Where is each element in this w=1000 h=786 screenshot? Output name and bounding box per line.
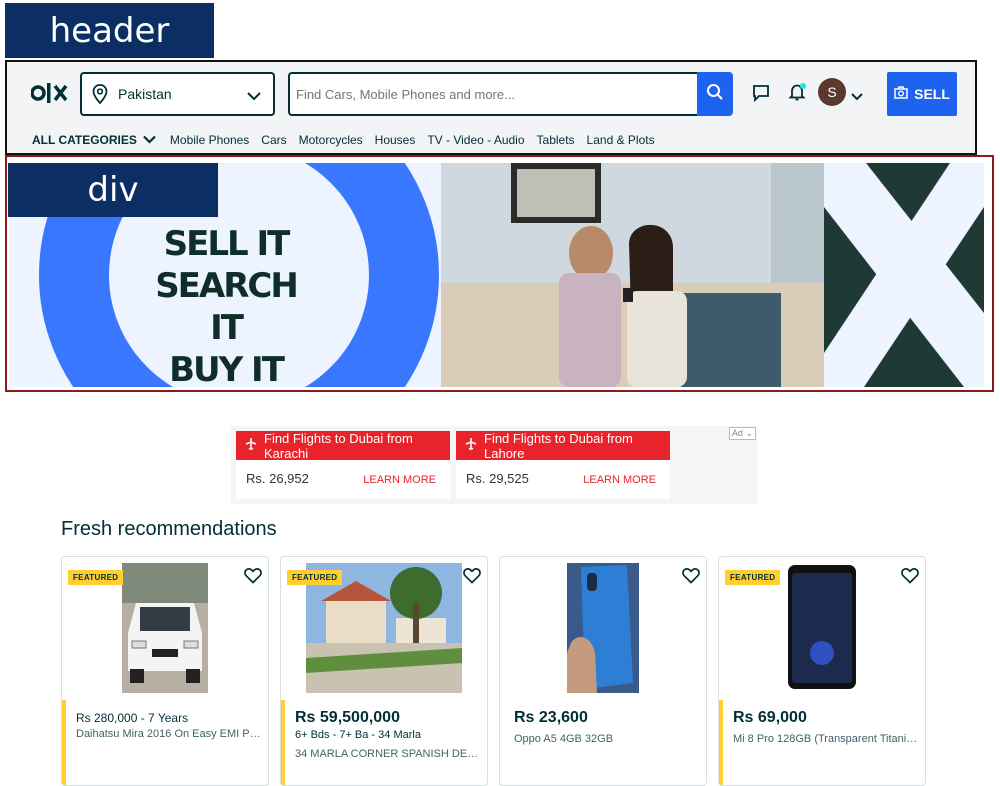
search-input[interactable] [290, 74, 697, 114]
featured-badge: FEATURED [725, 570, 781, 585]
category-tv-video-audio[interactable]: TV - Video - Audio [427, 133, 524, 147]
listing-card[interactable]: FEATURED Rs 59,500,000 6+ Bds - 7+ Ba - … [280, 556, 488, 786]
listing-title: Oppo A5 4GB 32GB [514, 733, 614, 745]
featured-accent-bar [281, 700, 285, 785]
notification-bell-icon[interactable] [788, 82, 808, 107]
all-categories-dropdown[interactable]: ALL CATEGORIES [32, 133, 156, 147]
ad-title: Find Flights to Dubai from Karachi [264, 430, 413, 461]
olx-logo[interactable] [31, 76, 71, 110]
category-bar: ALL CATEGORIES Mobile Phones Cars Motorc… [7, 124, 975, 155]
category-cars[interactable]: Cars [261, 133, 286, 147]
category-tablets[interactable]: Tablets [537, 133, 575, 147]
listing-card[interactable]: FEATURED Rs 280,000 - 7 Years Daihatsu M… [61, 556, 269, 786]
slogan-line-buy: BUY IT [169, 350, 285, 387]
listing-image [500, 563, 706, 693]
sell-label: SELL [914, 86, 950, 102]
learn-more-link[interactable]: LEARN MORE [363, 474, 436, 486]
chevron-down-icon[interactable] [851, 88, 863, 106]
ad-choices-badge[interactable]: Ad ⌄ [728, 427, 756, 440]
search-field[interactable] [288, 72, 699, 116]
heart-icon[interactable] [682, 567, 700, 589]
location-value: Pakistan [118, 86, 172, 102]
olx-x-graphic [824, 163, 984, 387]
location-pin-icon [92, 84, 108, 109]
featured-badge: FEATURED [68, 570, 124, 585]
category-land-plots[interactable]: Land & Plots [587, 133, 655, 147]
category-motorcycles[interactable]: Motorcycles [299, 133, 363, 147]
location-selector[interactable]: Pakistan [80, 72, 275, 116]
category-houses[interactable]: Houses [375, 133, 416, 147]
airplane-icon [244, 437, 258, 454]
chevron-down-icon: ⌄ [745, 428, 753, 438]
header-annotation-label: header [5, 3, 214, 58]
category-mobile-phones[interactable]: Mobile Phones [170, 133, 249, 147]
ad-title: Find Flights to Dubai from Lahore [484, 430, 633, 461]
ad-header: Find Flights to Dubai from Karachi [236, 430, 450, 461]
banner-slogan: SELL IT SEARCH IT BUY IT [141, 223, 311, 387]
listing-card[interactable]: Rs 23,600 Oppo A5 4GB 32GB [499, 556, 707, 786]
camera-icon [894, 86, 908, 102]
banner-photo [441, 163, 824, 387]
div-annotation-label: div [8, 163, 218, 217]
listing-title: Mi 8 Pro 128GB (Transparent Titaniu... [733, 733, 919, 745]
slogan-line-search: SEARCH IT [155, 266, 299, 348]
chevron-down-icon [247, 88, 261, 106]
featured-accent-bar [62, 700, 66, 785]
listing-price: Rs 280,000 - 7 Years [76, 711, 189, 725]
heart-icon[interactable] [463, 567, 481, 589]
listing-card[interactable]: FEATURED Rs 69,000 Mi 8 Pro 128GB (Trans… [718, 556, 926, 786]
ad-header: Find Flights to Dubai from Lahore [456, 430, 670, 461]
top-bar: Pakistan S SELL [7, 62, 975, 124]
ad-card[interactable]: Find Flights to Dubai from Karachi Rs. 2… [236, 431, 450, 499]
ad-badge-label: Ad [731, 428, 743, 438]
listing-price: Rs 69,000 [733, 709, 807, 726]
search-icon [706, 83, 724, 106]
section-title: Fresh recommendations [61, 518, 277, 540]
ad-price: Rs. 26,952 [246, 471, 309, 486]
listing-price: Rs 59,500,000 [295, 709, 400, 726]
all-categories-label: ALL CATEGORIES [32, 132, 137, 147]
ad-card[interactable]: Find Flights to Dubai from Lahore Rs. 29… [456, 431, 670, 499]
ad-price: Rs. 29,525 [466, 471, 529, 486]
featured-badge: FEATURED [287, 570, 343, 585]
listing-title: 34 MARLA CORNER SPANISH DESIG... [295, 748, 481, 760]
header: Pakistan S SELL [5, 60, 977, 155]
heart-icon[interactable] [244, 567, 262, 589]
listing-title: Daihatsu Mira 2016 On Easy EMI Pro... [76, 728, 262, 740]
chevron-down-icon [143, 133, 156, 147]
listing-price: Rs 23,600 [514, 709, 588, 726]
chat-icon[interactable] [752, 84, 770, 107]
listing-details: 6+ Bds - 7+ Ba - 34 Marla [295, 729, 421, 741]
slogan-line-sell: SELL IT [163, 224, 291, 264]
search-button[interactable] [697, 72, 733, 116]
ad-unit: Find Flights to Dubai from Karachi Rs. 2… [231, 426, 757, 504]
sell-button[interactable]: SELL [887, 72, 957, 116]
featured-accent-bar [719, 700, 723, 785]
avatar[interactable]: S [818, 78, 846, 106]
heart-icon[interactable] [901, 567, 919, 589]
learn-more-link[interactable]: LEARN MORE [583, 474, 656, 486]
airplane-icon [464, 437, 478, 454]
